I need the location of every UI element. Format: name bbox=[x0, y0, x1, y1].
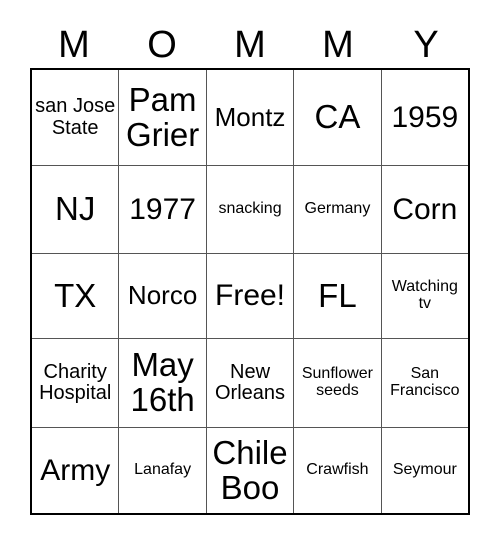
bingo-cell-4-1[interactable]: Charity Hospital bbox=[32, 339, 120, 427]
bingo-grid: san Jose State Pam Grier Montz CA 1959 N… bbox=[30, 68, 470, 515]
bingo-cell-4-4[interactable]: Sunflower seeds bbox=[294, 339, 382, 427]
bingo-cell-4-3[interactable]: New Orleans bbox=[207, 339, 295, 427]
bingo-cell-free-space[interactable]: Free! bbox=[207, 254, 295, 338]
bingo-cell-3-2[interactable]: Norco bbox=[119, 254, 207, 338]
bingo-row-3: TX Norco Free! FL Watching tv bbox=[32, 254, 468, 339]
header-letter-2: O bbox=[147, 24, 177, 66]
bingo-cell-2-2[interactable]: 1977 bbox=[119, 166, 207, 253]
bingo-row-1: san Jose State Pam Grier Montz CA 1959 bbox=[32, 70, 468, 166]
bingo-cell-2-5[interactable]: Corn bbox=[382, 166, 468, 253]
bingo-cell-5-2[interactable]: Lanafay bbox=[119, 428, 207, 513]
bingo-cell-2-1[interactable]: NJ bbox=[32, 166, 120, 253]
bingo-cell-5-1[interactable]: Army bbox=[32, 428, 120, 513]
bingo-cell-3-5[interactable]: Watching tv bbox=[382, 254, 468, 338]
bingo-cell-3-1[interactable]: TX bbox=[32, 254, 120, 338]
bingo-cell-4-2[interactable]: May 16th bbox=[119, 339, 207, 427]
header-letter-3: M bbox=[234, 24, 266, 66]
bingo-row-2: NJ 1977 snacking Germany Corn bbox=[32, 166, 468, 254]
bingo-cell-1-5[interactable]: 1959 bbox=[382, 70, 468, 165]
bingo-cell-1-1[interactable]: san Jose State bbox=[32, 70, 120, 165]
bingo-card: M O M M Y san Jose State Pam Grier Montz… bbox=[0, 0, 500, 544]
bingo-cell-5-5[interactable]: Seymour bbox=[382, 428, 468, 513]
bingo-header-row: M O M M Y bbox=[30, 22, 470, 68]
bingo-cell-5-4[interactable]: Crawfish bbox=[294, 428, 382, 513]
bingo-cell-2-4[interactable]: Germany bbox=[294, 166, 382, 253]
bingo-cell-1-2[interactable]: Pam Grier bbox=[119, 70, 207, 165]
bingo-cell-2-3[interactable]: snacking bbox=[207, 166, 295, 253]
bingo-cell-3-4[interactable]: FL bbox=[294, 254, 382, 338]
bingo-cell-4-5[interactable]: San Francisco bbox=[382, 339, 468, 427]
bingo-cell-1-4[interactable]: CA bbox=[294, 70, 382, 165]
header-letter-5: Y bbox=[413, 24, 439, 66]
bingo-cell-1-3[interactable]: Montz bbox=[207, 70, 295, 165]
header-letter-4: M bbox=[322, 24, 354, 66]
bingo-row-4: Charity Hospital May 16th New Orleans Su… bbox=[32, 339, 468, 428]
header-letter-1: M bbox=[58, 24, 90, 66]
bingo-row-5: Army Lanafay Chile Boo Crawfish Seymour bbox=[32, 428, 468, 513]
bingo-cell-5-3[interactable]: Chile Boo bbox=[207, 428, 295, 513]
